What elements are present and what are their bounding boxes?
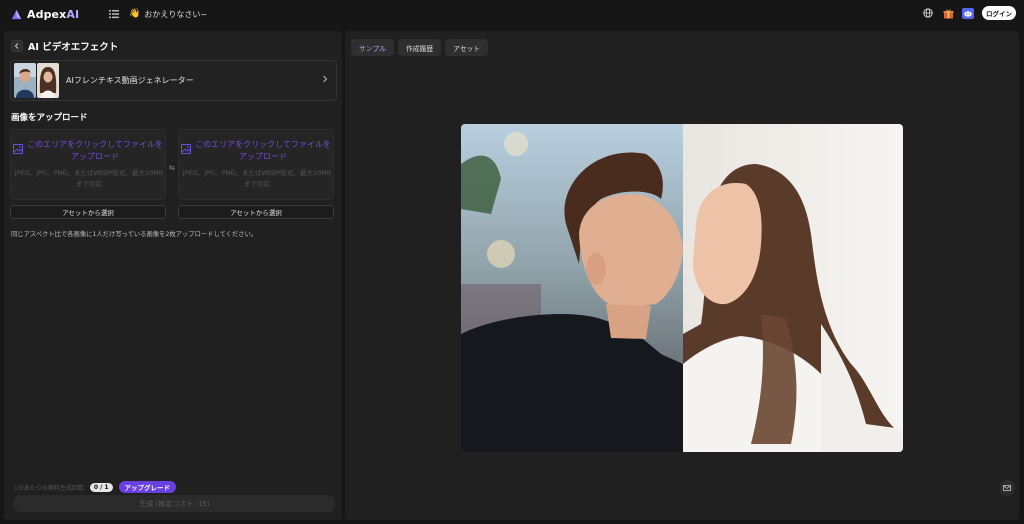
upload-format-hint: JPEG、JPG、PNG、またはWEBP形式、最大10MBまで対応 [182,169,332,188]
preview-tabs: サンプル 作成履歴 アセット [351,39,489,56]
upload-image-icon [181,144,191,154]
login-button[interactable]: ログイン [982,6,1016,20]
tab-sample[interactable]: サンプル [351,39,394,56]
gift-icon[interactable] [942,7,954,19]
top-right-actions: ログイン [922,6,1016,20]
chevron-left-icon [14,43,19,49]
discord-icon[interactable] [962,7,974,19]
select-from-assets-button-first[interactable]: アセットから選択 [10,205,166,219]
tab-history[interactable]: 作成履歴 [397,39,442,56]
panel-header: AI ビデオエフェクト [11,39,118,53]
brand-logo[interactable]: AdpexAI [10,8,79,21]
top-bar: AdpexAI 👋 おかえりなさい~ ログイン [0,0,1024,28]
free-usage-row: 1日あたりの無料生成回数 0 / 1 アップグレード [14,481,177,493]
preview-panel: サンプル 作成履歴 アセット [345,31,1019,520]
upload-note: 同じアスペクト比で各画像に1人だけ写っている画像を2枚アップロードしてください。 [11,231,258,238]
waving-hand-icon: 👋 [129,9,141,19]
generate-button[interactable]: 生成 (推定コスト: 15) [14,495,335,512]
mail-icon [1003,485,1011,491]
template-name: AIフレンチキス動画ジェネレーター [66,76,194,85]
upload-section-title: 画像をアップロード [11,113,88,123]
template-thumbnails [14,63,59,98]
sample-preview-image [461,124,903,452]
upload-image-icon [13,144,23,154]
upload-instruction: このエリアをクリックしてファイルをアップロード [195,140,331,161]
free-usage-count: 0 / 1 [89,482,113,492]
upload-format-hint: JPEG、JPG、PNG、またはWEBP形式、最大10MBまで対応 [14,169,164,188]
select-from-assets-button-second[interactable]: アセットから選択 [178,205,334,219]
greeting-text: おかえりなさい~ [144,9,208,19]
globe-icon[interactable] [922,7,934,19]
woman-portrait-thumbnail [37,63,59,98]
page-title: AI ビデオエフェクト [28,42,119,53]
upload-area-first[interactable]: このエリアをクリックしてファイルをアップロード JPEG、JPG、PNG、または… [10,129,166,200]
upload-instruction: このエリアをクリックしてファイルをアップロード [27,140,163,161]
logo-mark-icon [11,9,22,19]
man-portrait-thumbnail [14,63,36,98]
menu-list-icon[interactable] [109,9,120,19]
tab-assets[interactable]: アセット [445,39,489,56]
upload-area-second[interactable]: このエリアをクリックしてファイルをアップロード JPEG、JPG、PNG、または… [178,129,334,200]
effect-settings-panel: AI ビデオエフェクト AIフレンチキス動画ジェネレーター 画像をアップロード … [4,31,342,520]
message-button[interactable] [999,480,1015,496]
brand-name: AdpexAI [27,7,80,21]
effect-template-selector[interactable]: AIフレンチキス動画ジェネレーター [10,60,337,101]
greeting: 👋 おかえりなさい~ [129,9,207,20]
swap-arrows-icon[interactable]: ⇆ [169,164,175,172]
upgrade-button[interactable]: アップグレード [118,481,177,493]
back-button[interactable] [11,40,23,52]
free-usage-label: 1日あたりの無料生成回数 [14,484,84,492]
chevron-right-icon [322,75,328,86]
